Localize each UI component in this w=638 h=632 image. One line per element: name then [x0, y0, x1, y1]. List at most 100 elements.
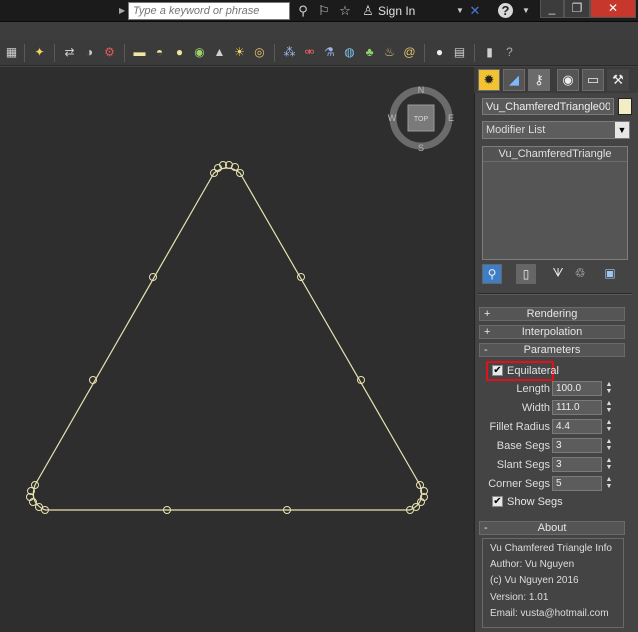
width-label: Width — [521, 402, 550, 414]
panel-toggle-icon[interactable]: ▮ — [482, 45, 497, 60]
particles-icon[interactable]: ⁂ — [282, 45, 297, 60]
viewport-top[interactable]: TOP N S E W — [0, 67, 474, 632]
search-input[interactable] — [128, 2, 290, 20]
base-segs-spinner[interactable] — [552, 438, 602, 453]
rollout-sign: - — [484, 522, 488, 534]
viewcube[interactable]: TOP N S E W — [388, 85, 454, 153]
user-icon[interactable]: ♙ — [360, 3, 376, 19]
slant-segs-row: Slant Segs ▲▼ — [480, 457, 626, 473]
calculator-icon[interactable]: ▤ — [452, 45, 467, 60]
help-circle-icon[interactable]: ? — [502, 45, 517, 60]
main-toolbar: ▦ ✦ ⇄ ◑ ⚙ ▬ ◓ ● ◉ ▲ ☀ ◎ ⁂ ⚮ ⚗ ◍ ♣ ♨ @ ● … — [0, 40, 638, 66]
plane-icon[interactable]: ▬ — [132, 45, 147, 60]
corner-segs-spinner[interactable] — [552, 476, 602, 491]
chevron-down-icon[interactable]: ▼ — [615, 122, 629, 138]
minimize-button[interactable]: _ — [540, 0, 564, 18]
spinner-arrows-icon[interactable]: ▲ ▼ — [604, 400, 614, 415]
width-spinner[interactable] — [552, 400, 602, 415]
teapot-icon[interactable]: ◉ — [192, 45, 207, 60]
favorites-star-icon[interactable]: ☆ — [337, 3, 353, 19]
tree-icon[interactable]: ♣ — [362, 45, 377, 60]
light-bulb-icon[interactable]: ✦ — [32, 45, 47, 60]
compass-north-label: N — [418, 85, 425, 95]
tab-modify[interactable]: ◢ — [503, 69, 525, 91]
length-spinner[interactable] — [552, 381, 602, 396]
hemisphere-icon[interactable]: ◓ — [152, 45, 167, 60]
remove-modifier-icon[interactable]: ♲ — [570, 264, 590, 284]
help-dropdown-icon[interactable]: ▼ — [518, 3, 534, 19]
rollout-label: Rendering — [526, 308, 578, 320]
about-line: Vu Chamfered Triangle Info — [490, 543, 612, 554]
exchange-icon[interactable]: ✕ — [467, 3, 483, 19]
rollout-interpolation[interactable]: + Interpolation — [479, 325, 625, 339]
show-segs-checkbox[interactable]: ✔ — [492, 496, 503, 507]
stack-item[interactable]: Vu_ChamferedTriangle — [483, 147, 627, 162]
show-end-result-icon[interactable]: ▯ — [516, 264, 536, 284]
rollout-parameters[interactable]: - Parameters — [479, 343, 625, 357]
segment-markers — [26, 161, 428, 514]
viewport-canvas[interactable]: TOP N S E W — [0, 67, 474, 632]
link-icon[interactable]: ⇄ — [62, 45, 77, 60]
tab-create[interactable]: ✹ — [478, 69, 500, 91]
chamfered-triangle-spline[interactable] — [32, 167, 423, 511]
menu-strip — [0, 22, 638, 40]
command-panel-tabs: ✹ ◢ ⚷ ◉ ▭ ⚒ — [474, 67, 638, 93]
spinner-arrows-icon[interactable]: ▲ ▼ — [604, 476, 614, 491]
sign-in-link[interactable]: Sign In — [378, 4, 415, 18]
fillet-radius-spinner[interactable] — [552, 419, 602, 434]
rollout-label: About — [537, 522, 567, 534]
subscription-icon[interactable]: ⚐ — [316, 3, 332, 19]
spinner-arrows-icon[interactable]: ▲ ▼ — [604, 419, 614, 434]
make-unique-icon[interactable]: ᗐ — [548, 264, 568, 284]
rollout-label: Parameters — [523, 344, 581, 356]
slant-segs-spinner[interactable] — [552, 457, 602, 472]
flask-icon[interactable]: ⚗ — [322, 45, 337, 60]
torus-icon[interactable]: ◎ — [252, 45, 267, 60]
toolbar-separator — [54, 44, 55, 62]
rollout-label: Interpolation — [521, 326, 583, 338]
help-icon[interactable]: ? — [498, 3, 513, 18]
bind-space-warp-icon[interactable]: ⚙ — [102, 45, 117, 60]
object-color-swatch[interactable] — [618, 98, 632, 115]
modifier-list-dropdown[interactable]: Modifier List ▼ — [482, 121, 630, 139]
expand-arrow-icon[interactable]: ▶ — [119, 3, 127, 19]
tab-display[interactable]: ▭ — [582, 69, 604, 91]
pin-stack-icon[interactable]: ⚲ — [482, 264, 502, 284]
base-segs-row: Base Segs ▲▼ — [480, 438, 626, 454]
rollout-rendering[interactable]: + Rendering — [479, 307, 625, 321]
modifier-stack[interactable]: Vu_ChamferedTriangle — [482, 146, 628, 260]
tab-hierarchy[interactable]: ⚷ — [528, 69, 550, 91]
spinner-arrows-icon[interactable]: ▲ ▼ — [604, 457, 614, 472]
compass-west-label: W — [388, 113, 397, 123]
circle-icon[interactable]: ● — [432, 45, 447, 60]
width-row: Width ▲▼ — [480, 400, 626, 416]
unlink-icon[interactable]: ◑ — [82, 45, 97, 60]
spinner-arrows-icon[interactable]: ▲ ▼ — [604, 381, 614, 396]
tab-motion[interactable]: ◉ — [557, 69, 579, 91]
tab-utilities[interactable]: ⚒ — [607, 69, 629, 91]
keyboard-icon[interactable]: ▦ — [4, 45, 19, 60]
sun-icon[interactable]: ☀ — [232, 45, 247, 60]
equilateral-label: Equilateral — [507, 365, 559, 377]
fillet-radius-label: Fillet Radius — [489, 421, 550, 433]
configure-modifier-sets-icon[interactable]: ▣ — [600, 264, 620, 284]
globe-icon[interactable]: ◍ — [342, 45, 357, 60]
slant-segs-label: Slant Segs — [496, 459, 550, 471]
object-name-field[interactable] — [482, 98, 614, 115]
spiral-icon[interactable]: @ — [402, 45, 417, 60]
equilateral-checkbox[interactable]: ✔ — [492, 365, 503, 376]
flame-icon[interactable]: ♨ — [382, 45, 397, 60]
restore-button[interactable]: ❐ — [564, 0, 590, 18]
rollout-about[interactable]: - About — [479, 521, 625, 535]
length-label: Length — [516, 383, 550, 395]
cone-icon[interactable]: ▲ — [212, 45, 227, 60]
close-button[interactable]: ✕ — [590, 0, 636, 18]
toolbar-separator — [474, 44, 475, 62]
sphere-icon[interactable]: ● — [172, 45, 187, 60]
spinner-arrows-icon[interactable]: ▲ ▼ — [604, 438, 614, 453]
show-segs-label: Show Segs — [507, 496, 563, 508]
about-line: Email: vusta@hotmail.com — [490, 608, 609, 619]
binoculars-icon[interactable]: ⚲ — [295, 3, 311, 19]
dumbbell-icon[interactable]: ⚮ — [302, 45, 317, 60]
chevron-down-icon[interactable]: ▼ — [452, 3, 468, 19]
